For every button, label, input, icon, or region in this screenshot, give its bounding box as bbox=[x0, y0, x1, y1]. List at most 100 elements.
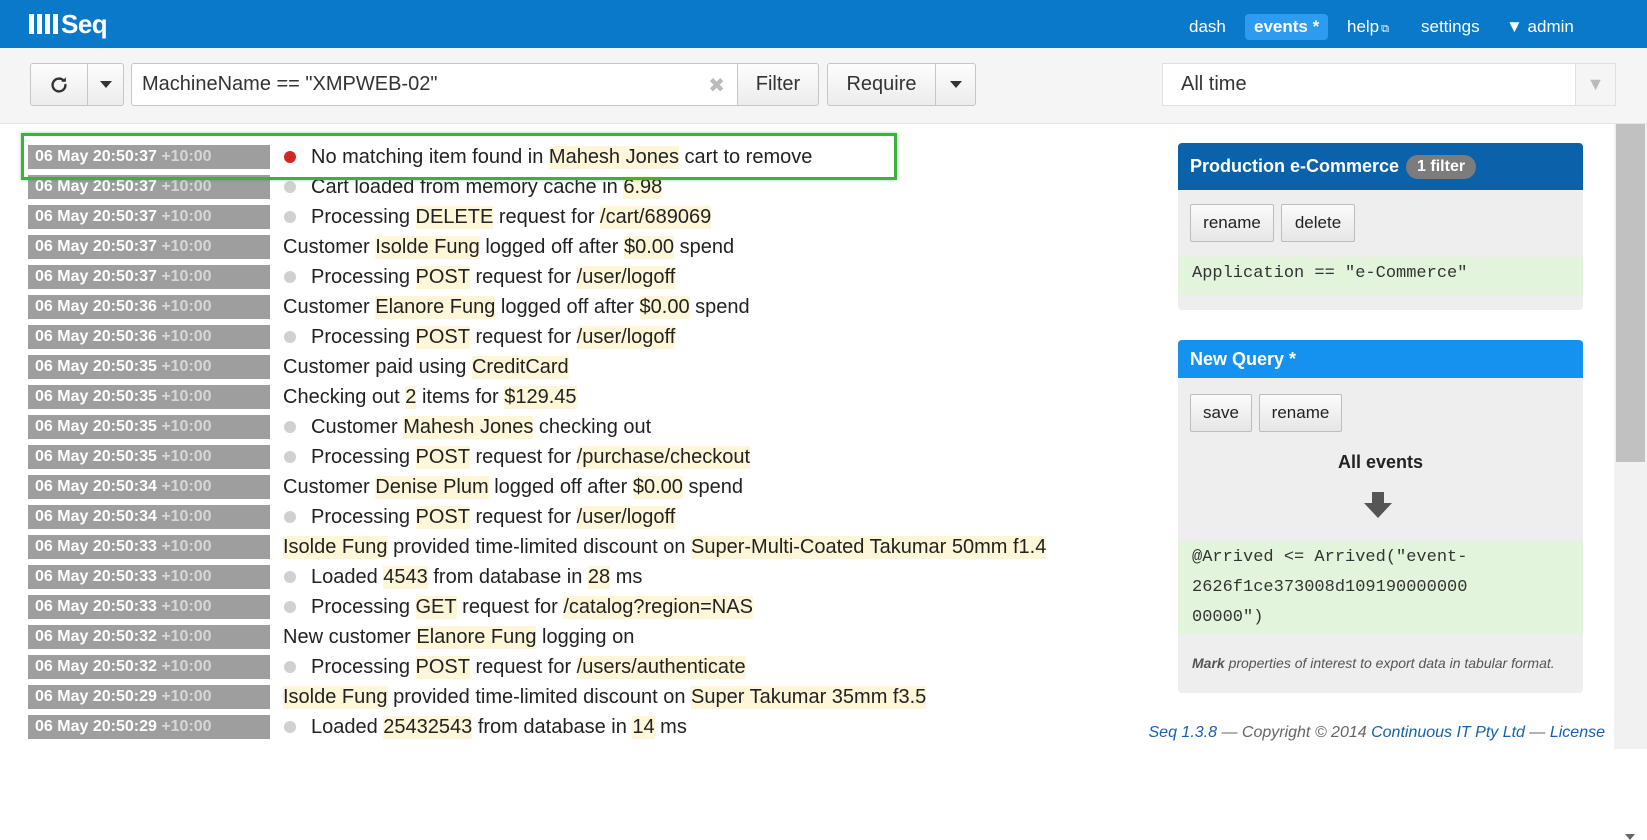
event-row[interactable]: 06 May 20:50:37 +10:00 Processing DELETE … bbox=[28, 204, 712, 230]
event-property-value[interactable]: Isolde Fung bbox=[375, 235, 480, 259]
clear-filter-icon[interactable]: ✖ bbox=[708, 73, 725, 98]
event-row[interactable]: 06 May 20:50:35 +10:00 Checking out 2 ite… bbox=[28, 384, 577, 410]
event-row[interactable]: 06 May 20:50:35 +10:00 Customer paid usin… bbox=[28, 354, 569, 380]
event-row[interactable]: 06 May 20:50:34 +10:00 Processing POST re… bbox=[28, 504, 676, 530]
event-timestamp[interactable]: 06 May 20:50:33 +10:00 bbox=[28, 595, 270, 619]
event-property-value[interactable]: Isolde Fung bbox=[283, 535, 388, 559]
event-row[interactable]: 06 May 20:50:37 +10:00 Processing POST re… bbox=[28, 264, 676, 290]
event-property-value[interactable]: Elanore Fung bbox=[416, 625, 537, 649]
event-row[interactable]: 06 May 20:50:29 +10:00 Loaded 25432543 fr… bbox=[28, 714, 687, 740]
event-row[interactable]: 06 May 20:50:33 +10:00 Loaded 4543 from d… bbox=[28, 564, 642, 590]
rename-signal-button[interactable]: rename bbox=[1190, 204, 1274, 242]
event-timestamp[interactable]: 06 May 20:50:35 +10:00 bbox=[28, 445, 270, 469]
event-row[interactable]: 06 May 20:50:32 +10:00 New customer Elano… bbox=[28, 624, 634, 650]
rename-query-button[interactable]: rename bbox=[1259, 394, 1342, 432]
refresh-button[interactable] bbox=[30, 63, 88, 106]
event-row[interactable]: 06 May 20:50:33 +10:00 Isolde Fung provid… bbox=[28, 534, 1047, 560]
event-row[interactable]: 06 May 20:50:35 +10:00 Processing POST re… bbox=[28, 444, 751, 470]
event-timestamp[interactable]: 06 May 20:50:35 +10:00 bbox=[28, 385, 270, 409]
event-property-value[interactable]: $0.00 bbox=[632, 475, 683, 499]
event-property-value[interactable]: Super-Multi-Coated Takumar 50mm f1.4 bbox=[691, 535, 1047, 559]
event-date: 06 May 20:50:36 bbox=[35, 298, 157, 315]
event-property-value[interactable]: /user/logoff bbox=[576, 325, 676, 349]
event-property-value[interactable]: 4543 bbox=[383, 565, 428, 589]
license-link[interactable]: License bbox=[1550, 724, 1605, 741]
event-timestamp[interactable]: 06 May 20:50:37 +10:00 bbox=[28, 235, 270, 259]
event-timestamp[interactable]: 06 May 20:50:29 +10:00 bbox=[28, 715, 270, 739]
nav-events[interactable]: events * bbox=[1245, 14, 1329, 40]
event-message: Isolde Fung provided time-limited discou… bbox=[283, 685, 927, 709]
event-timestamp[interactable]: 06 May 20:50:34 +10:00 bbox=[28, 475, 270, 499]
event-property-value[interactable]: /catalog?region=NAS bbox=[563, 595, 753, 619]
new-query-header[interactable]: New Query * bbox=[1178, 340, 1583, 378]
event-property-value[interactable]: POST bbox=[415, 265, 470, 289]
event-property-value[interactable]: DELETE bbox=[415, 205, 494, 229]
event-property-value[interactable]: /cart/689069 bbox=[600, 205, 712, 229]
seq-logo[interactable]: Seq bbox=[29, 9, 108, 39]
scroll-down-icon[interactable] bbox=[1625, 834, 1635, 840]
event-message: New customer Elanore Fung logging on bbox=[283, 625, 634, 649]
nav-settings[interactable]: settings bbox=[1421, 14, 1480, 40]
event-timestamp[interactable]: 06 May 20:50:35 +10:00 bbox=[28, 355, 270, 379]
event-timestamp[interactable]: 06 May 20:50:33 +10:00 bbox=[28, 565, 270, 589]
event-property-value[interactable]: /user/logoff bbox=[576, 265, 676, 289]
event-row[interactable]: 06 May 20:50:36 +10:00 Customer Elanore F… bbox=[28, 294, 750, 320]
event-property-value[interactable]: /user/logoff bbox=[576, 505, 676, 529]
event-property-value[interactable]: Elanore Fung bbox=[375, 295, 496, 319]
event-timestamp[interactable]: 06 May 20:50:36 +10:00 bbox=[28, 325, 270, 349]
event-property-value[interactable]: $0.00 bbox=[623, 235, 675, 259]
nav-user-menu[interactable]: ▼ admin bbox=[1506, 14, 1574, 40]
event-property-value[interactable]: 25432543 bbox=[383, 715, 473, 739]
event-property-value[interactable]: 14 bbox=[632, 715, 655, 739]
delete-signal-button[interactable]: delete bbox=[1281, 204, 1355, 242]
require-button[interactable]: Require bbox=[827, 63, 936, 106]
event-row[interactable]: 06 May 20:50:36 +10:00 Processing POST re… bbox=[28, 324, 676, 350]
event-date: 06 May 20:50:36 bbox=[35, 328, 157, 345]
event-timestamp[interactable]: 06 May 20:50:32 +10:00 bbox=[28, 625, 270, 649]
time-range-select[interactable]: All time ▼ bbox=[1162, 63, 1616, 106]
company-link[interactable]: Continuous IT Pty Ltd bbox=[1371, 724, 1525, 741]
event-property-value[interactable]: POST bbox=[415, 445, 470, 469]
event-timestamp[interactable]: 06 May 20:50:34 +10:00 bbox=[28, 505, 270, 529]
refresh-options-dropdown[interactable] bbox=[87, 63, 124, 106]
event-property-value[interactable]: 2 bbox=[405, 385, 417, 409]
nav-dash[interactable]: dash bbox=[1189, 14, 1226, 40]
event-property-value[interactable]: /users/authenticate bbox=[576, 655, 746, 679]
event-row[interactable]: 06 May 20:50:34 +10:00 Customer Denise Pl… bbox=[28, 474, 743, 500]
event-property-value[interactable]: $129.45 bbox=[504, 385, 577, 409]
event-timestamp[interactable]: 06 May 20:50:32 +10:00 bbox=[28, 655, 270, 679]
require-options-dropdown[interactable] bbox=[935, 63, 976, 106]
event-property-value[interactable]: Super Takumar 35mm f3.5 bbox=[691, 685, 927, 709]
event-property-value[interactable]: $0.00 bbox=[639, 295, 690, 319]
event-property-value[interactable]: POST bbox=[415, 655, 470, 679]
scrollbar-thumb[interactable] bbox=[1616, 124, 1645, 462]
event-timestamp[interactable]: 06 May 20:50:36 +10:00 bbox=[28, 295, 270, 319]
filter-query-input[interactable] bbox=[132, 64, 692, 105]
event-row[interactable]: 06 May 20:50:32 +10:00 Processing POST re… bbox=[28, 654, 746, 680]
event-row[interactable]: 06 May 20:50:37 +10:00 Customer Isolde Fu… bbox=[28, 234, 734, 260]
page-scrollbar[interactable] bbox=[1614, 124, 1647, 840]
event-property-value[interactable]: 28 bbox=[587, 565, 611, 589]
event-property-value[interactable]: GET bbox=[415, 595, 457, 619]
event-property-value[interactable]: POST bbox=[415, 325, 470, 349]
event-timestamp[interactable]: 06 May 20:50:37 +10:00 bbox=[28, 265, 270, 289]
event-property-value[interactable]: /purchase/checkout bbox=[576, 445, 751, 469]
nav-help[interactable]: help ⧉ bbox=[1347, 14, 1389, 40]
event-property-value[interactable]: Mahesh Jones bbox=[403, 415, 534, 439]
event-property-value[interactable]: Isolde Fung bbox=[283, 685, 388, 709]
event-timestamp[interactable]: 06 May 20:50:37 +10:00 bbox=[28, 205, 270, 229]
event-property-value[interactable]: Denise Plum bbox=[375, 475, 489, 499]
event-timestamp[interactable]: 06 May 20:50:33 +10:00 bbox=[28, 535, 270, 559]
event-row[interactable]: 06 May 20:50:29 +10:00 Isolde Fung provid… bbox=[28, 684, 927, 710]
version-link[interactable]: Seq 1.3.8 bbox=[1149, 724, 1218, 741]
signal-header[interactable]: Production e-Commerce 1 filter bbox=[1178, 143, 1583, 190]
event-timestamp[interactable]: 06 May 20:50:35 +10:00 bbox=[28, 415, 270, 439]
event-row[interactable]: 06 May 20:50:33 +10:00 Processing GET req… bbox=[28, 594, 753, 620]
event-timestamp[interactable]: 06 May 20:50:29 +10:00 bbox=[28, 685, 270, 709]
save-query-button[interactable]: save bbox=[1190, 394, 1252, 432]
event-property-value[interactable]: CreditCard bbox=[471, 355, 569, 379]
event-timezone: +10:00 bbox=[161, 268, 212, 285]
event-row[interactable]: 06 May 20:50:35 +10:00 Customer Mahesh Jo… bbox=[28, 414, 651, 440]
event-property-value[interactable]: POST bbox=[415, 505, 470, 529]
filter-button[interactable]: Filter bbox=[737, 63, 819, 106]
